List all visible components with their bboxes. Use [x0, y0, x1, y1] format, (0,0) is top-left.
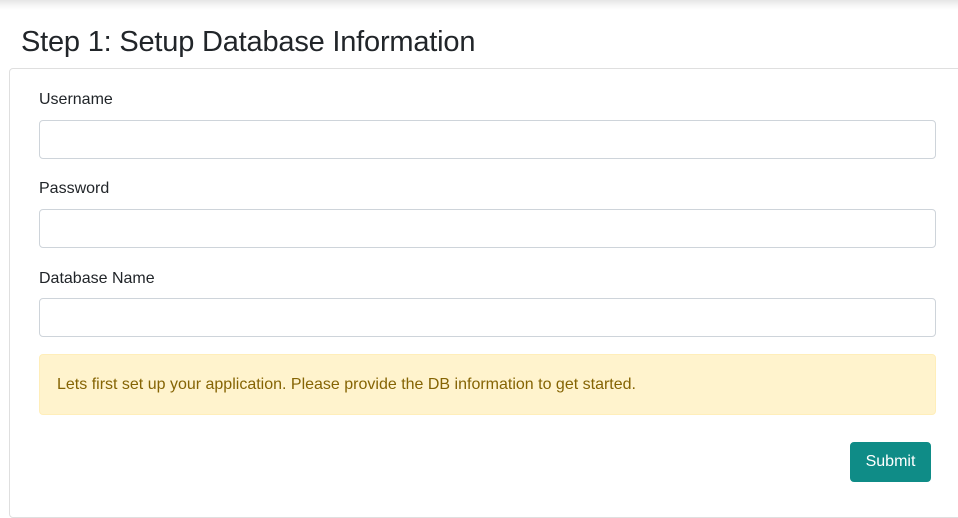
info-alert: Lets first set up your application. Plea…	[39, 354, 936, 415]
username-input[interactable]	[39, 120, 936, 159]
page-title: Step 1: Setup Database Information	[21, 26, 476, 58]
password-label: Password	[39, 180, 110, 197]
top-shadow	[0, 0, 958, 10]
database-name-input[interactable]	[39, 298, 936, 337]
username-label: Username	[39, 91, 113, 108]
submit-button[interactable]: Submit	[850, 442, 931, 482]
password-input[interactable]	[39, 209, 936, 248]
database-name-label: Database Name	[39, 270, 155, 287]
